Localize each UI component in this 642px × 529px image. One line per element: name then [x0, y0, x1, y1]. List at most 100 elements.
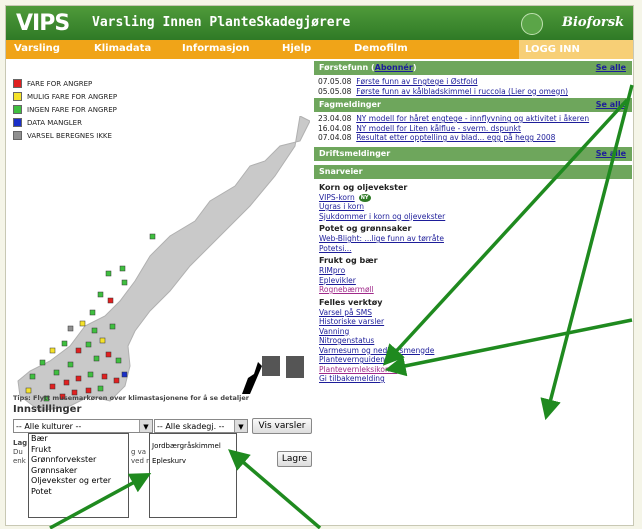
station-marker[interactable] — [75, 347, 82, 354]
shortcut-link[interactable]: Varmesum og nedbørsmengde — [314, 346, 632, 356]
dropdown-option[interactable]: Bær — [29, 434, 128, 445]
station-marker[interactable] — [85, 387, 92, 394]
chevron-down-icon[interactable]: ▼ — [234, 420, 247, 432]
station-marker[interactable] — [121, 371, 128, 378]
station-marker[interactable] — [99, 337, 106, 344]
group-heading: Korn og oljevekster — [319, 182, 408, 192]
shortcut-link[interactable]: Ugras i korn — [314, 202, 632, 212]
show-warnings-button[interactable]: Vis varsler — [252, 418, 312, 434]
station-marker[interactable] — [105, 351, 112, 358]
region-thumb-south[interactable] — [286, 356, 304, 378]
station-marker[interactable] — [149, 233, 156, 240]
dropdown-option[interactable]: Potet — [29, 487, 128, 498]
shortcut-link[interactable]: Sjukdommer i korn og oljevekster — [314, 212, 632, 222]
culture-dropdown: Bær Frukt Grønnforvekster Grønnsaker Olj… — [28, 433, 129, 518]
station-marker[interactable] — [101, 373, 108, 380]
news-date: 23.04.08 — [318, 114, 352, 123]
station-marker[interactable] — [39, 359, 46, 366]
vips-logo[interactable]: VIPS — [16, 11, 70, 36]
station-marker[interactable] — [93, 355, 100, 362]
legend-item: MULIG FARE FOR ANGREP — [13, 91, 117, 102]
shortcut-group: Frukt og bær RIMpro Eplevikler Rognebærm… — [314, 255, 632, 295]
shortcut-link[interactable]: Rognebærmøll — [314, 285, 632, 295]
station-marker[interactable] — [53, 369, 60, 376]
station-marker[interactable] — [97, 291, 104, 298]
driftsmeldinger-header: Driftsmeldinger Se alle — [314, 146, 632, 161]
station-marker[interactable] — [63, 379, 70, 386]
station-marker[interactable] — [105, 270, 112, 277]
news-date: 07.05.08 — [318, 77, 352, 86]
news-link[interactable]: NY modell for Liten kålflue - sverm. dsp… — [356, 124, 521, 133]
news-link[interactable]: NY modell for håret engtege - innflyvnin… — [356, 114, 589, 123]
shortcut-link[interactable]: Gi tilbakemelding — [314, 374, 632, 384]
shortcut-link[interactable]: RIMpro — [314, 266, 632, 276]
station-marker[interactable] — [107, 297, 114, 304]
pest-select[interactable]: -- Alle skadegj. -- ▼ — [154, 419, 248, 433]
news-link[interactable]: Resultat etter opptelling av blad... egg… — [356, 133, 555, 142]
shortcut-link[interactable]: Plantevernguiden — [314, 355, 632, 365]
station-marker[interactable] — [91, 327, 98, 334]
shortcut-link[interactable]: Varsel på SMS — [314, 308, 632, 318]
station-marker[interactable] — [67, 361, 74, 368]
station-marker[interactable] — [97, 385, 104, 392]
login-button[interactable]: LOGG INN — [519, 40, 633, 59]
station-marker[interactable] — [85, 341, 92, 348]
station-marker[interactable] — [49, 347, 56, 354]
nav-informasjon[interactable]: Informasjon — [182, 43, 250, 54]
nav-demofilm[interactable]: Demofilm — [354, 43, 408, 54]
see-all-link[interactable]: Se alle — [596, 61, 626, 75]
save-button[interactable]: Lagre — [277, 451, 312, 467]
settings-heading: Innstillinger — [13, 404, 82, 415]
shortcut-group: Korn og oljevekster VIPS-korn NY Ugras i … — [314, 182, 632, 222]
page-frame: VIPS Varsling Innen PlanteSkadegjørere B… — [5, 5, 634, 526]
nav-hjelp[interactable]: Hjelp — [282, 43, 311, 54]
dropdown-option[interactable]: Jordbærgråskimmel — [150, 442, 236, 453]
news-link[interactable]: Første funn av Engtege i Østfold — [356, 77, 477, 86]
station-marker[interactable] — [29, 373, 36, 380]
station-marker[interactable] — [61, 340, 68, 347]
shortcut-link[interactable]: Vanning — [314, 327, 632, 337]
shortcut-link[interactable]: Plantevernleksikonet — [314, 365, 632, 375]
station-marker[interactable] — [25, 387, 32, 394]
dropdown-option[interactable]: Grønnsaker — [29, 466, 128, 477]
see-all-link[interactable]: Se alle — [596, 98, 626, 112]
shortcut-link-label[interactable]: VIPS-korn — [319, 193, 355, 202]
culture-select-value: -- Alle kulturer -- — [16, 422, 82, 431]
station-marker[interactable] — [89, 309, 96, 316]
station-marker[interactable] — [79, 320, 86, 327]
list-item: 07.04.08 Resultat etter opptelling av bl… — [318, 133, 628, 143]
norway-map[interactable] — [10, 116, 310, 416]
news-link[interactable]: Første funn av kålbladskimmel i ruccola … — [356, 87, 568, 96]
group-heading: Felles verktøy — [319, 297, 383, 307]
see-all-link[interactable]: Se alle — [596, 147, 626, 161]
region-thumb-north[interactable] — [242, 362, 262, 394]
station-marker[interactable] — [109, 323, 116, 330]
culture-select[interactable]: -- Alle kulturer -- ▼ — [13, 419, 153, 433]
shortcut-link[interactable]: Eplevikler — [314, 276, 632, 286]
station-marker[interactable] — [87, 371, 94, 378]
dropdown-option[interactable]: Epleskurv — [150, 457, 236, 468]
shortcut-link[interactable]: Nitrogenstatus — [314, 336, 632, 346]
station-marker[interactable] — [121, 279, 128, 286]
station-marker[interactable] — [67, 325, 74, 332]
nav-klimadata[interactable]: Klimadata — [94, 43, 151, 54]
dropdown-option[interactable]: Frukt — [29, 445, 128, 456]
chevron-down-icon[interactable]: ▼ — [139, 420, 152, 432]
shortcut-link[interactable]: VIPS-korn NY — [314, 193, 632, 203]
region-thumb-mid[interactable] — [262, 356, 280, 376]
station-marker[interactable] — [113, 377, 120, 384]
subscribe-link[interactable]: Abonnér — [375, 63, 413, 72]
station-marker[interactable] — [75, 375, 82, 382]
dropdown-option[interactable]: Oljevekster og erter — [29, 476, 128, 487]
shortcut-link[interactable]: Web-Blight: ...lige funn av tørråte — [314, 234, 632, 244]
station-marker[interactable] — [49, 383, 56, 390]
shortcut-link[interactable]: Potetsi... — [314, 244, 632, 254]
station-marker[interactable] — [119, 265, 126, 272]
group-heading: Frukt og bær — [319, 256, 378, 265]
shortcut-link[interactable]: Historiske varsler — [314, 317, 632, 327]
nav-varsling[interactable]: Varsling — [14, 43, 60, 54]
dropdown-option[interactable]: Grønnforvekster — [29, 455, 128, 466]
header-title: Varsling Innen PlanteSkadegjørere — [92, 15, 351, 30]
station-marker[interactable] — [115, 357, 122, 364]
bioforsk-logo[interactable]: Bioforsk — [562, 15, 624, 30]
